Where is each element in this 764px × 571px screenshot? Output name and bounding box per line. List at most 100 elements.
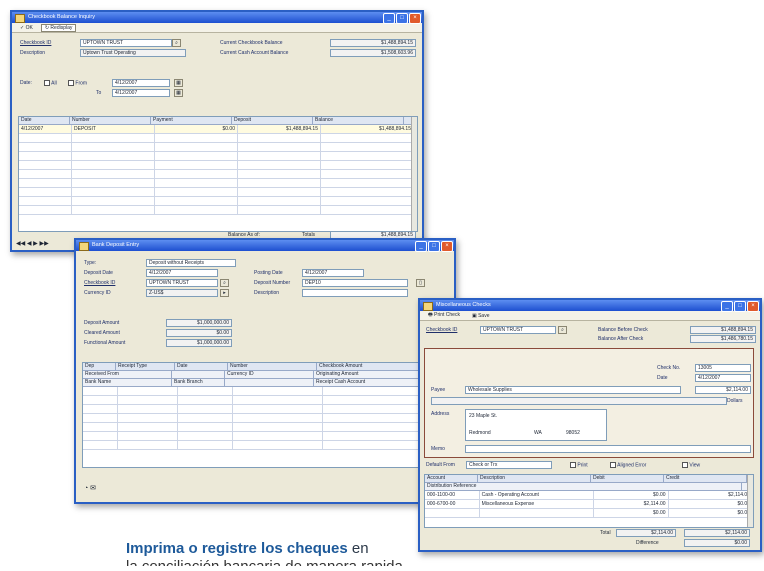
empty-row[interactable] [83,387,447,396]
minimize-icon[interactable]: _ [415,241,427,252]
amount-field[interactable]: $2,114.00 [695,386,751,394]
empty-row [19,197,417,206]
all-label: All [51,80,57,87]
lookup-icon[interactable]: ⌕ [172,39,181,47]
print-check-button[interactable]: 🖶 Print Check [424,311,464,321]
from-date-field[interactable]: 4/12/2007 [112,79,170,87]
current-cash-balance-label: Current Cash Account Balance [220,50,289,56]
checkbook-id-field[interactable]: UPTOWN TRUST [480,326,556,334]
view-option[interactable]: View [682,462,700,468]
city-field: Redmond [469,430,491,436]
table-row[interactable]: 000-6700-00 Miscellaneous Expense $2,114… [425,500,753,509]
empty-row [19,161,417,170]
grid-subheader: Bank Name Bank Branch Receipt Cash Accou… [83,379,447,387]
caption-bold: Imprima o registre los cheques [126,540,348,557]
col-bank-name[interactable]: Bank Name [83,379,172,386]
vertical-scrollbar[interactable] [747,475,753,527]
redisplay-button[interactable]: ↻ Redisplay [40,23,77,32]
col-account[interactable]: Account [425,475,478,482]
empty-row [19,134,417,143]
lookup-icon[interactable]: ⌕ [558,326,567,334]
col-deposit[interactable]: Deposit [232,117,313,124]
description-field[interactable] [302,289,408,297]
table-row[interactable]: $0.00 $0.00 [425,509,753,518]
from-radio[interactable]: From [68,80,87,86]
type-dropdown[interactable]: Deposit without Receipts [146,259,236,267]
check-no-field[interactable]: 13005 [695,364,751,372]
empty-row [19,170,417,179]
col-description[interactable]: Description [478,475,591,482]
checkbox-icon [570,462,576,468]
empty-row [83,432,447,441]
table-row[interactable]: 4/12/2007 DEPOSIT $0.00 $1,488,894.15 $1… [19,125,417,134]
address-box[interactable]: 23 Maple St. Redmond WA 98052 [465,409,607,441]
checkbook-id-label: Checkbook ID [426,327,458,333]
to-date-field[interactable]: 4/12/2007 [112,89,170,97]
col-date[interactable]: Date [175,363,228,370]
col-number[interactable]: Number [228,363,317,370]
note-icon[interactable]: ▯ [416,279,425,287]
payee-label: Payee [431,387,446,393]
deposit-date-field[interactable]: 4/12/2007 [146,269,218,277]
print-checkbox[interactable]: Print [570,462,588,468]
app-icon [423,302,433,311]
maximize-icon[interactable]: □ [396,13,408,24]
col-number[interactable]: Number [70,117,151,124]
table-row[interactable]: 000-1100-00 Cash - Operating Account $0.… [425,491,753,500]
radio-all-icon [44,80,50,86]
titlebar[interactable]: Checkbook Balance Inquiry _ □ × [12,12,422,24]
col-currency-id[interactable]: Currency ID [225,371,314,378]
functional-amount-label: Functional Amount [84,340,126,346]
col-distribution-reference[interactable]: Distribution Reference [425,483,742,490]
currency-icon[interactable]: ▸ [220,289,229,297]
currency-id-label: Currency ID [84,290,111,296]
amount-words-field [431,397,727,405]
col-credit[interactable]: Credit [664,475,747,482]
balance-after-value: $1,486,780.15 [690,335,756,343]
cell-balance: $1,488,894.15 [321,125,414,133]
close-icon[interactable]: × [441,241,453,252]
calendar-icon[interactable]: ▦ [174,79,183,87]
record-nav-icons[interactable]: ◀◀ ◀ ▶ ▶▶ [16,240,49,247]
col-balance[interactable]: Balance [313,117,404,124]
memo-field[interactable] [465,445,751,453]
posting-date-field[interactable]: 4/12/2007 [302,269,364,277]
col-debit[interactable]: Debit [591,475,664,482]
ok-button[interactable]: ✓ OK [16,24,37,32]
maximize-icon[interactable]: □ [734,301,746,312]
titlebar[interactable]: Miscellaneous Checks _ □ × [420,300,760,312]
aligned-checkbox[interactable]: Aligned Error [610,462,646,468]
close-icon[interactable]: × [409,13,421,24]
default-from-dropdown[interactable]: Check or Trx [466,461,552,469]
col-payment[interactable]: Payment [151,117,232,124]
help-icon[interactable]: ◔ ✉ [84,484,96,492]
toolbar: ✓ OK ↻ Redisplay [12,23,422,33]
cell-account [425,509,480,517]
vertical-scrollbar[interactable] [411,117,417,231]
date-field[interactable]: 4/12/2007 [695,374,751,382]
col-received-from[interactable]: Received From [83,371,172,378]
lookup-icon[interactable]: ⌕ [220,279,229,287]
deposit-grid: Dep Receipt Type Date Number Checkbook A… [82,362,448,468]
address-label: Address [431,411,450,417]
close-icon[interactable]: × [747,301,759,312]
maximize-icon[interactable]: □ [428,241,440,252]
description-label: Description [254,290,280,296]
checkbook-id-field[interactable]: UPTOWN TRUST [146,279,218,287]
current-cash-balance-value: $1,508,603.96 [330,49,416,57]
checkbook-balance-window: Checkbook Balance Inquiry _ □ × ✓ OK ↻ Red… [10,10,424,252]
titlebar[interactable]: Bank Deposit Entry _ □ × [76,240,454,252]
col-receipt-type[interactable]: Receipt Type [116,363,175,370]
save-button[interactable]: ▣ Save [468,312,494,320]
deposit-number-field[interactable]: DEP10 [302,279,408,287]
checkbook-id-field[interactable]: UPTOWN TRUST [80,39,172,47]
col-date[interactable]: Date [19,117,70,124]
col-bank-branch[interactable]: Bank Branch [172,379,225,386]
minimize-icon[interactable]: _ [383,13,395,24]
payee-field[interactable]: Wholesale Supplies [465,386,681,394]
all-radio[interactable]: All [44,80,57,86]
cell-description: Cash - Operating Account [480,491,594,499]
calendar-icon[interactable]: ▦ [174,89,183,97]
minimize-icon[interactable]: _ [721,301,733,312]
col-dep[interactable]: Dep [83,363,116,370]
